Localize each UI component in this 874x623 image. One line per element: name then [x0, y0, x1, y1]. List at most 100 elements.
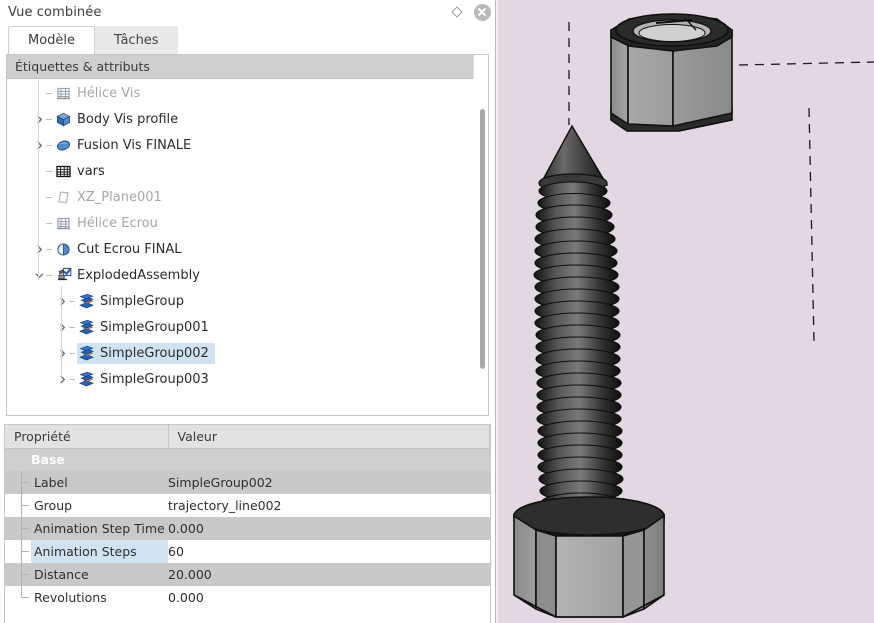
chevron-right-icon[interactable] — [32, 132, 46, 158]
tree-item-content: Fusion Vis FINALE — [54, 135, 197, 156]
chevron-right-icon[interactable] — [55, 288, 69, 314]
property-gutter — [5, 494, 20, 517]
tree-item-label: XZ_Plane001 — [77, 189, 162, 205]
tree-item-content: ExplodedAssembly — [54, 265, 206, 286]
tree-item-h-lice-vis[interactable]: Hélice Vis — [7, 80, 488, 106]
tree-item-label: SimpleGroup003 — [100, 371, 209, 387]
3d-viewport[interactable] — [495, 0, 874, 623]
chevron-right-icon[interactable] — [55, 340, 69, 366]
tree-item-body-vis-profile[interactable]: Body Vis profile — [7, 106, 488, 132]
tree-connector — [46, 132, 54, 158]
panel-separator[interactable] — [496, 0, 499, 623]
tree-connector — [46, 80, 54, 106]
property-name-label: Group — [34, 498, 73, 513]
tree-item-simplegroup003[interactable]: SimpleGroup003 — [7, 366, 488, 392]
tree-item-label: Fusion Vis FINALE — [77, 137, 192, 153]
property-name-cell: Distance — [5, 563, 168, 586]
close-icon[interactable] — [473, 3, 491, 21]
tree-connector — [46, 262, 54, 288]
property-name-label: Label — [34, 475, 68, 490]
tree-connector — [46, 106, 54, 132]
property-col-value[interactable]: Valeur — [168, 425, 490, 449]
property-branch — [20, 517, 31, 540]
tree-vertical-scrollbar[interactable] — [480, 109, 485, 369]
tree-item-label: Hélice Ecrou — [77, 215, 158, 231]
property-branch — [20, 563, 31, 586]
chevron-right-icon[interactable] — [55, 314, 69, 340]
property-name-cell: Animation Step Time — [5, 517, 168, 540]
tree-item-explodedassembly[interactable]: ExplodedAssembly — [7, 262, 488, 288]
property-row[interactable]: Group trajectory_line002 — [5, 494, 490, 517]
fusion-icon — [56, 140, 71, 150]
tree-connector — [69, 366, 77, 392]
tree-connector — [69, 314, 77, 340]
tree-item-fusion-vis-finale[interactable]: Fusion Vis FINALE — [7, 132, 488, 158]
tree-item-content: SimpleGroup003 — [77, 369, 215, 390]
property-value-cell[interactable]: 0.000 — [168, 586, 490, 609]
group-icon — [79, 345, 94, 360]
tree-item-content: SimpleGroup001 — [77, 317, 215, 338]
property-value-cell[interactable]: 60 — [168, 540, 490, 563]
exploded-icon — [58, 267, 72, 280]
tree-column-header[interactable]: Étiquettes & attributs — [7, 55, 474, 79]
model-tree[interactable]: Hélice Vis Body Vis profile Fusion Vis FIN… — [7, 80, 488, 415]
property-editor-panel: Propriété Valeur Base Label SimpleGroup002… — [4, 424, 491, 623]
property-gutter — [5, 563, 20, 586]
tree-item-label: SimpleGroup — [100, 293, 184, 309]
dock-titlebar: Vue combinée — [0, 0, 495, 24]
property-value-cell[interactable]: SimpleGroup002 — [168, 471, 490, 494]
tree-connector — [46, 184, 54, 210]
property-row[interactable]: Label SimpleGroup002 — [5, 471, 490, 494]
chevron-right-icon[interactable] — [32, 236, 46, 262]
property-group-row[interactable]: Base — [5, 448, 490, 471]
tree-item-content: vars — [54, 161, 111, 182]
property-row[interactable]: Distance 20.000 — [5, 563, 490, 586]
tree-item-label: Hélice Vis — [77, 85, 141, 101]
property-branch — [20, 586, 31, 609]
tree-item-simplegroup[interactable]: SimpleGroup — [7, 288, 488, 314]
dock-window-buttons — [448, 0, 491, 24]
property-row[interactable]: Revolutions 0.000 — [5, 586, 490, 609]
tree-item-simplegroup001[interactable]: SimpleGroup001 — [7, 314, 488, 340]
property-group-value — [168, 448, 490, 471]
tree-connector — [69, 340, 77, 366]
tree-item-cut-ecrou-final[interactable]: Cut Ecrou FINAL — [7, 236, 488, 262]
tree-connector — [46, 210, 54, 236]
tab-modele[interactable]: Modèle — [8, 26, 96, 54]
3d-scene — [513, 13, 874, 618]
property-row[interactable]: Animation Step Time 0.000 — [5, 517, 490, 540]
property-value-cell[interactable]: 20.000 — [168, 563, 490, 586]
property-gutter — [5, 471, 20, 494]
tree-item-label: SimpleGroup001 — [100, 319, 209, 335]
property-value-cell[interactable]: trajectory_line002 — [168, 494, 490, 517]
tree-item-xz-plane001[interactable]: XZ_Plane001 — [7, 184, 488, 210]
property-row[interactable]: Animation Steps 60 — [5, 540, 490, 563]
tree-guide-line — [38, 80, 39, 280]
property-col-name[interactable]: Propriété — [5, 425, 169, 449]
bolt-threads — [533, 181, 624, 523]
tree-connector — [46, 236, 54, 262]
property-value-cell[interactable]: 0.000 — [168, 517, 490, 540]
cut-icon — [57, 242, 70, 256]
tree-item-label: Cut Ecrou FINAL — [77, 241, 182, 257]
combo-view-panel: Vue combinée Modèle Tâches Étiquettes & … — [0, 0, 495, 623]
float-icon[interactable] — [448, 3, 466, 21]
chevron-right-icon[interactable] — [55, 366, 69, 392]
tab-taches[interactable]: Tâches — [95, 26, 178, 54]
tree-item-vars[interactable]: vars — [7, 158, 488, 184]
property-name-cell: Revolutions — [5, 586, 168, 609]
hex-nut — [610, 13, 733, 132]
tree-item-content: Hélice Vis — [54, 83, 146, 104]
chevron-right-icon[interactable] — [32, 106, 46, 132]
helix-icon — [57, 87, 70, 99]
property-gutter — [5, 586, 20, 609]
tree-item-h-lice-ecrou[interactable]: Hélice Ecrou — [7, 210, 488, 236]
tree-connector — [69, 288, 77, 314]
tree-header-corner — [473, 55, 488, 79]
chevron-down-icon[interactable] — [32, 262, 46, 288]
model-tree-panel: Étiquettes & attributs Hélice Vis Body Vi… — [6, 54, 489, 416]
tree-item-simplegroup002[interactable]: SimpleGroup002 — [7, 340, 488, 366]
tree-guide-line — [61, 286, 62, 377]
